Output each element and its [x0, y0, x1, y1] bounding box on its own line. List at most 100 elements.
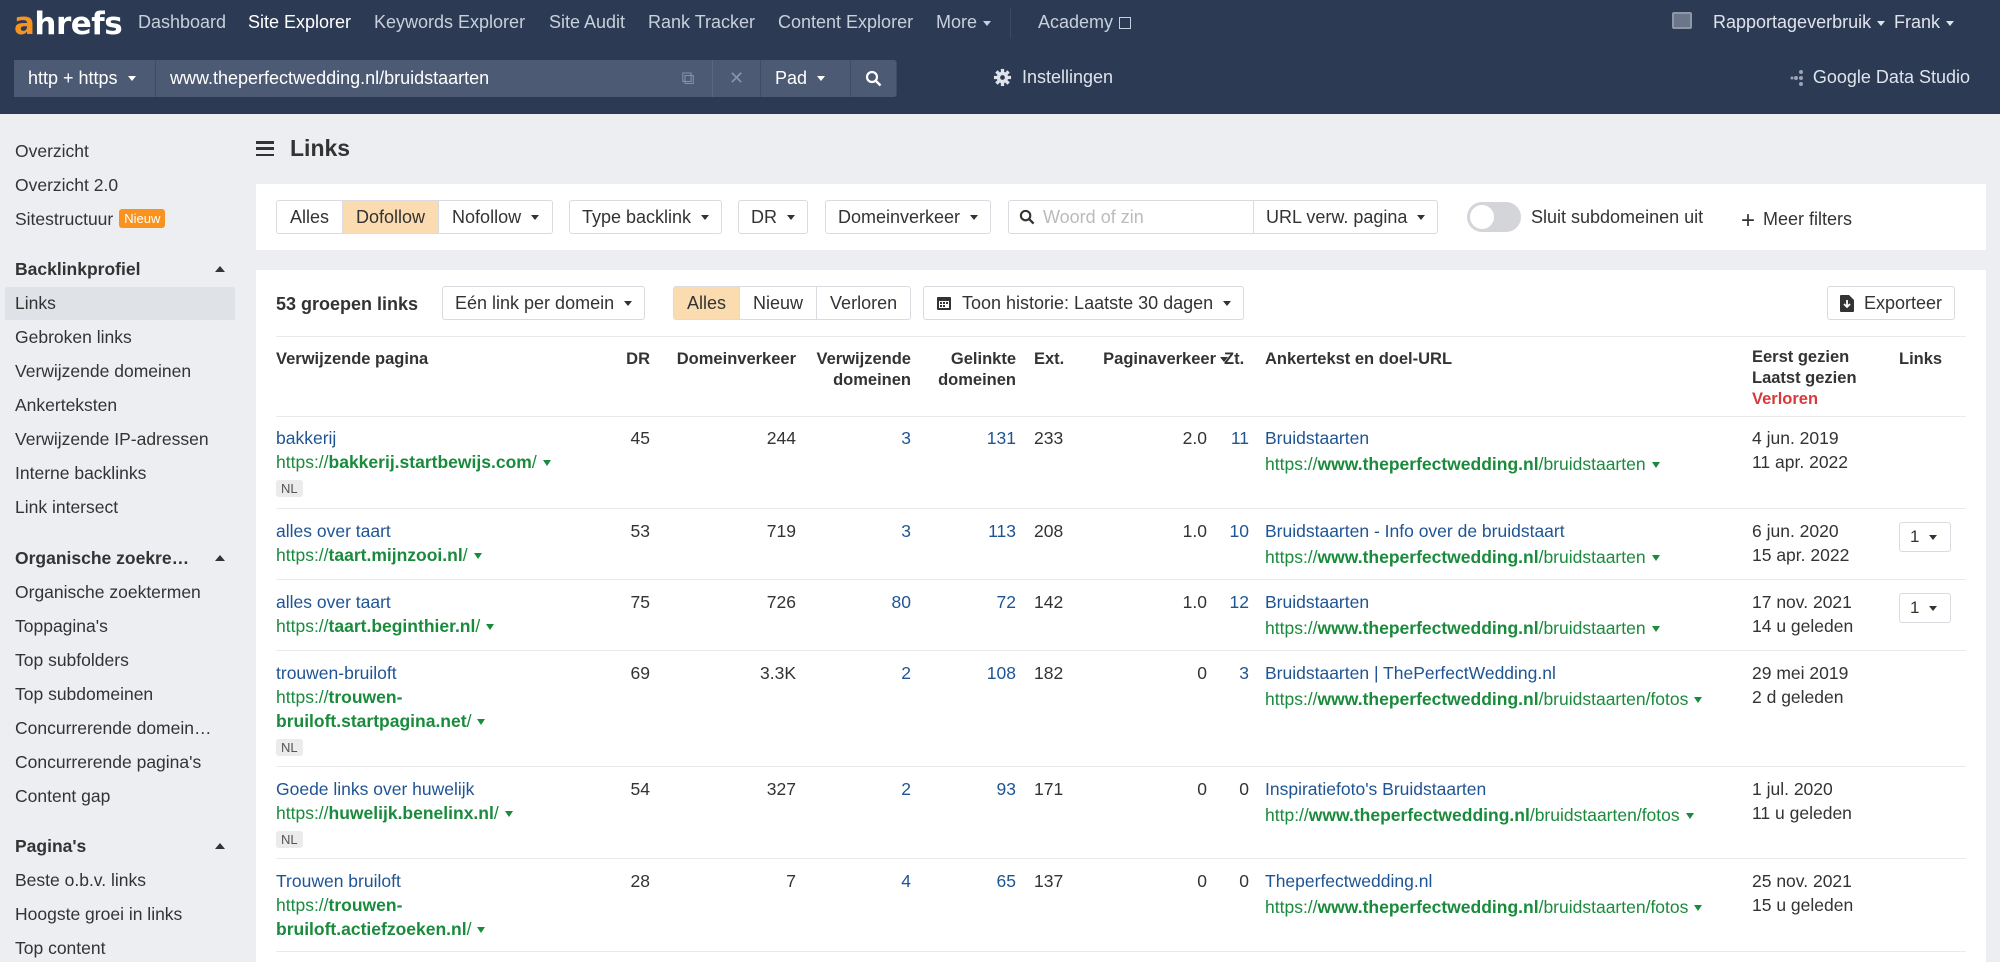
tab-nieuw[interactable]: Nieuw: [740, 287, 818, 319]
dr-dropdown[interactable]: DR: [738, 200, 808, 234]
search-button[interactable]: [851, 60, 897, 97]
nav-more[interactable]: More: [936, 12, 992, 33]
sidebar-item-beste-links[interactable]: Beste o.b.v. links: [15, 870, 146, 891]
ref-domains-value[interactable]: 2: [801, 661, 911, 685]
anchor-text[interactable]: Bruidstaarten: [1265, 590, 1660, 614]
sidebar-item-toppaginas[interactable]: Toppagina's: [15, 616, 108, 637]
col-ext[interactable]: Ext.: [1034, 349, 1064, 370]
filter-dofollow[interactable]: Dofollow: [343, 201, 440, 233]
sidebar-section-organische[interactable]: Organische zoekre…: [15, 548, 225, 569]
sidebar-item-ankerteksten[interactable]: Ankerteksten: [15, 395, 117, 416]
ref-page-title[interactable]: trouwen-bruiloft: [276, 661, 485, 685]
sidebar-item-top-subdomeinen[interactable]: Top subdomeinen: [15, 684, 153, 705]
type-backlink-dropdown[interactable]: Type backlink: [569, 200, 723, 234]
col-anchor[interactable]: Ankertekst en doel-URL: [1265, 349, 1452, 370]
target-url-input[interactable]: www.theperfectwedding.nl/bruidstaarten ⧉…: [156, 60, 761, 97]
col-seen[interactable]: Eerst gezien Laatst gezien Verloren: [1752, 347, 1857, 410]
sidebar-item-verwijzende-domeinen[interactable]: Verwijzende domeinen: [15, 361, 191, 382]
ref-domains-value[interactable]: 2: [801, 777, 911, 801]
col-links[interactable]: Links: [1899, 349, 1942, 370]
ref-page-url[interactable]: https://trouwen-bruiloft.startpagina.net…: [276, 685, 486, 733]
url-dropdown-icon[interactable]: [542, 460, 551, 467]
anchor-text[interactable]: Theperfectwedding.nl: [1265, 869, 1702, 893]
more-filters-button[interactable]: + Meer filters: [1741, 207, 1852, 235]
exclude-subdomains-toggle[interactable]: [1467, 202, 1521, 232]
nav-content-explorer[interactable]: Content Explorer: [778, 12, 913, 33]
anchor-text[interactable]: Bruidstaarten | ThePerfectWedding.nl: [1265, 661, 1702, 685]
target-url[interactable]: https://www.theperfectwedding.nl/bruidst…: [1265, 452, 1660, 476]
settings-button[interactable]: Instellingen: [993, 67, 1113, 88]
nav-site-explorer[interactable]: Site Explorer: [248, 12, 351, 33]
open-external-icon[interactable]: ⧉: [664, 60, 712, 97]
sidebar-section-paginas[interactable]: Pagina's: [15, 836, 225, 857]
scrollbar[interactable]: [1988, 114, 2000, 962]
sidebar-item-top-subfolders[interactable]: Top subfolders: [15, 650, 129, 671]
links-count-dropdown[interactable]: 1: [1899, 593, 1951, 623]
nav-site-audit[interactable]: Site Audit: [549, 12, 625, 33]
url-dropdown-icon[interactable]: [1651, 555, 1660, 562]
sidebar-item-hoogste-groei[interactable]: Hoogste groei in links: [15, 904, 182, 925]
keywords-value[interactable]: 0: [1206, 869, 1249, 893]
keywords-value[interactable]: 11: [1206, 426, 1249, 450]
sidebar-item-interne-backlinks[interactable]: Interne backlinks: [15, 463, 146, 484]
target-url[interactable]: https://www.theperfectwedding.nl/bruidst…: [1265, 616, 1660, 640]
url-dropdown-icon[interactable]: [477, 927, 486, 934]
nav-academy[interactable]: Academy: [1038, 12, 1132, 33]
ref-page-title[interactable]: Goede links over huwelijk: [276, 777, 513, 801]
sidebar-item-verwijzende-ip[interactable]: Verwijzende IP-adressen: [15, 429, 209, 450]
nav-dashboard[interactable]: Dashboard: [138, 12, 226, 33]
links-count-dropdown[interactable]: 1: [1899, 522, 1951, 552]
sidebar-item-overzicht[interactable]: Overzicht: [15, 141, 89, 162]
export-button[interactable]: Exporteer: [1827, 286, 1956, 320]
url-dropdown-icon[interactable]: [473, 553, 482, 560]
target-url[interactable]: http://www.theperfectwedding.nl/bruidsta…: [1265, 803, 1694, 827]
ref-page-url[interactable]: https://taart.beginthier.nl/: [276, 614, 495, 638]
filter-nofollow[interactable]: Nofollow: [439, 201, 553, 233]
ref-domains-value[interactable]: 80: [801, 590, 911, 614]
sidebar-section-backlinkprofiel[interactable]: Backlinkprofiel: [15, 259, 225, 280]
ref-page-url[interactable]: https://bakkerij.startbewijs.com/: [276, 450, 551, 474]
filter-alles[interactable]: Alles: [277, 201, 344, 233]
mode-select[interactable]: Pad: [761, 60, 851, 97]
sidebar-item-overzicht-2[interactable]: Overzicht 2.0: [15, 175, 118, 196]
col-linked-domains[interactable]: Gelinkte domeinen: [916, 349, 1016, 391]
col-dr[interactable]: DR: [606, 349, 650, 370]
col-ref-page[interactable]: Verwijzende pagina: [276, 349, 428, 370]
ahrefs-logo[interactable]: ahrefs: [14, 6, 123, 42]
ref-page-url[interactable]: https://trouwen-bruiloft.actiefzoeken.nl…: [276, 893, 486, 941]
grouping-dropdown[interactable]: Eén link per domein: [442, 286, 646, 320]
url-dropdown-icon[interactable]: [1651, 626, 1660, 633]
target-url[interactable]: https://www.theperfectwedding.nl/bruidst…: [1265, 687, 1703, 711]
sidebar-item-organische-zoektermen[interactable]: Organische zoektermen: [15, 582, 201, 603]
protocol-select[interactable]: http + https: [14, 60, 156, 97]
ref-page-url[interactable]: https://huwelijk.benelinx.nl/: [276, 801, 513, 825]
target-url[interactable]: https://www.theperfectwedding.nl/bruidst…: [1265, 545, 1660, 569]
url-dropdown-icon[interactable]: [486, 624, 495, 631]
nav-keywords-explorer[interactable]: Keywords Explorer: [374, 12, 525, 33]
col-kw[interactable]: Zt.: [1224, 349, 1244, 370]
col-domain-traffic[interactable]: Domeinverkeer: [666, 349, 796, 370]
linked-domains-value[interactable]: 72: [916, 590, 1016, 614]
domain-traffic-dropdown[interactable]: Domeinverkeer: [825, 200, 992, 234]
anchor-text[interactable]: Inspiratiefoto's Bruidstaarten: [1265, 777, 1694, 801]
sidebar-item-gebroken-links[interactable]: Gebroken links: [15, 327, 132, 348]
search-input[interactable]: Woord of zin: [1008, 200, 1254, 234]
url-dropdown-icon[interactable]: [1685, 813, 1694, 820]
url-dropdown-icon[interactable]: [1694, 697, 1703, 704]
google-data-studio-button[interactable]: Google Data Studio: [1789, 67, 1970, 88]
tab-verloren[interactable]: Verloren: [817, 287, 911, 319]
target-url[interactable]: https://www.theperfectwedding.nl/bruidst…: [1265, 895, 1703, 919]
keywords-value[interactable]: 3: [1206, 661, 1249, 685]
user-menu[interactable]: Frank: [1894, 12, 1955, 33]
anchor-text[interactable]: Bruidstaarten: [1265, 426, 1660, 450]
keywords-value[interactable]: 0: [1206, 777, 1249, 801]
ref-page-title[interactable]: alles over taart: [276, 519, 482, 543]
url-dropdown-icon[interactable]: [504, 811, 513, 818]
linked-domains-value[interactable]: 65: [916, 869, 1016, 893]
sidebar-item-top-content[interactable]: Top content: [15, 938, 105, 959]
monitor-icon[interactable]: [1672, 12, 1692, 29]
ref-page-url[interactable]: https://taart.mijnzooi.nl/: [276, 543, 482, 567]
history-dropdown[interactable]: Toon historie: Laatste 30 dagen: [923, 286, 1245, 320]
menu-icon[interactable]: [256, 141, 274, 156]
nav-rank-tracker[interactable]: Rank Tracker: [648, 12, 755, 33]
